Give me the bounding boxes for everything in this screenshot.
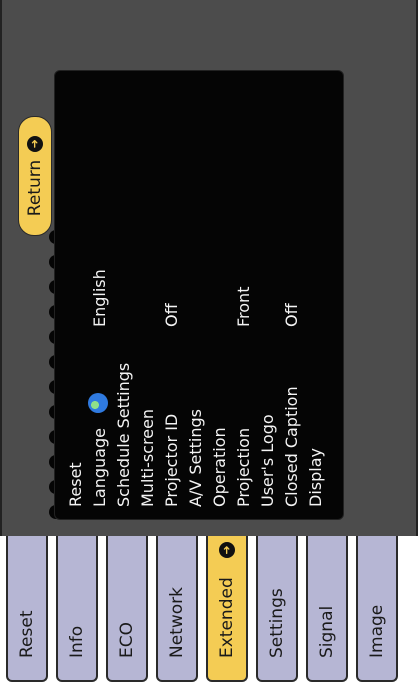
menu-item-reset[interactable]: Reset [63,79,87,509]
item-label: Closed Caption [282,386,301,507]
item-label: Projector ID [162,413,181,507]
item-label: Display [306,448,325,507]
menu-item-av-settings[interactable]: A/V Settings [183,79,207,509]
return-arrow-icon: ➜ [219,542,235,558]
item-value: Off [162,303,181,327]
tab-extended[interactable]: Extended ➜ [206,532,248,682]
item-label: A/V Settings [186,409,205,507]
tab-label: Extended [217,577,237,658]
tab-eco[interactable]: ECO [106,532,148,682]
tab-label: Network [167,587,187,658]
tab-label: Settings [267,588,287,658]
tab-label: Info [67,625,87,658]
menu-item-schedule-settings[interactable]: Schedule Settings [111,79,135,509]
tab-label: Reset [17,610,37,659]
item-value: Off [282,303,301,327]
settings-list: Reset Language English Schedule Settings… [54,70,344,520]
menu-item-closed-caption[interactable]: Closed Caption Off [279,79,303,509]
return-arrow-icon: ➜ [27,135,43,152]
item-label: Multi-screen [138,408,157,507]
item-value: English [90,269,109,327]
globe-icon [88,393,108,413]
tab-settings[interactable]: Settings [256,532,298,682]
tab-reset[interactable]: Reset [6,532,48,682]
menu-item-projection[interactable]: Projection Front [231,79,255,509]
extended-menu-frame: Reset Language English Schedule Settings… [0,0,418,536]
item-label: Operation [210,427,229,507]
item-label: User's Logo [258,414,277,507]
item-value: Front [234,286,253,327]
menu-item-operation[interactable]: Operation [207,79,231,509]
return-button[interactable]: Return ➜ [18,116,52,236]
menu-screen: Reset Info ECO Network Extended ➜ Settin… [0,0,418,686]
tab-label: Signal [317,605,337,658]
menu-item-projector-id[interactable]: Projector ID Off [159,79,183,509]
item-label: Reset [66,462,85,507]
item-label: Schedule Settings [114,362,133,507]
menu-item-display[interactable]: Display [303,79,327,509]
tab-info[interactable]: Info [56,532,98,682]
tab-network[interactable]: Network [156,532,198,682]
tab-label: ECO [117,622,137,658]
tab-signal[interactable]: Signal [306,532,348,682]
item-label: Projection [234,427,253,507]
menu-item-multi-screen[interactable]: Multi-screen [135,79,159,509]
menu-item-users-logo[interactable]: User's Logo [255,79,279,509]
menu-item-language[interactable]: Language English [87,79,111,509]
tab-label: Image [367,604,387,658]
tab-image[interactable]: Image [356,532,398,682]
return-label: Return [25,159,45,217]
item-label: Language [90,428,109,507]
